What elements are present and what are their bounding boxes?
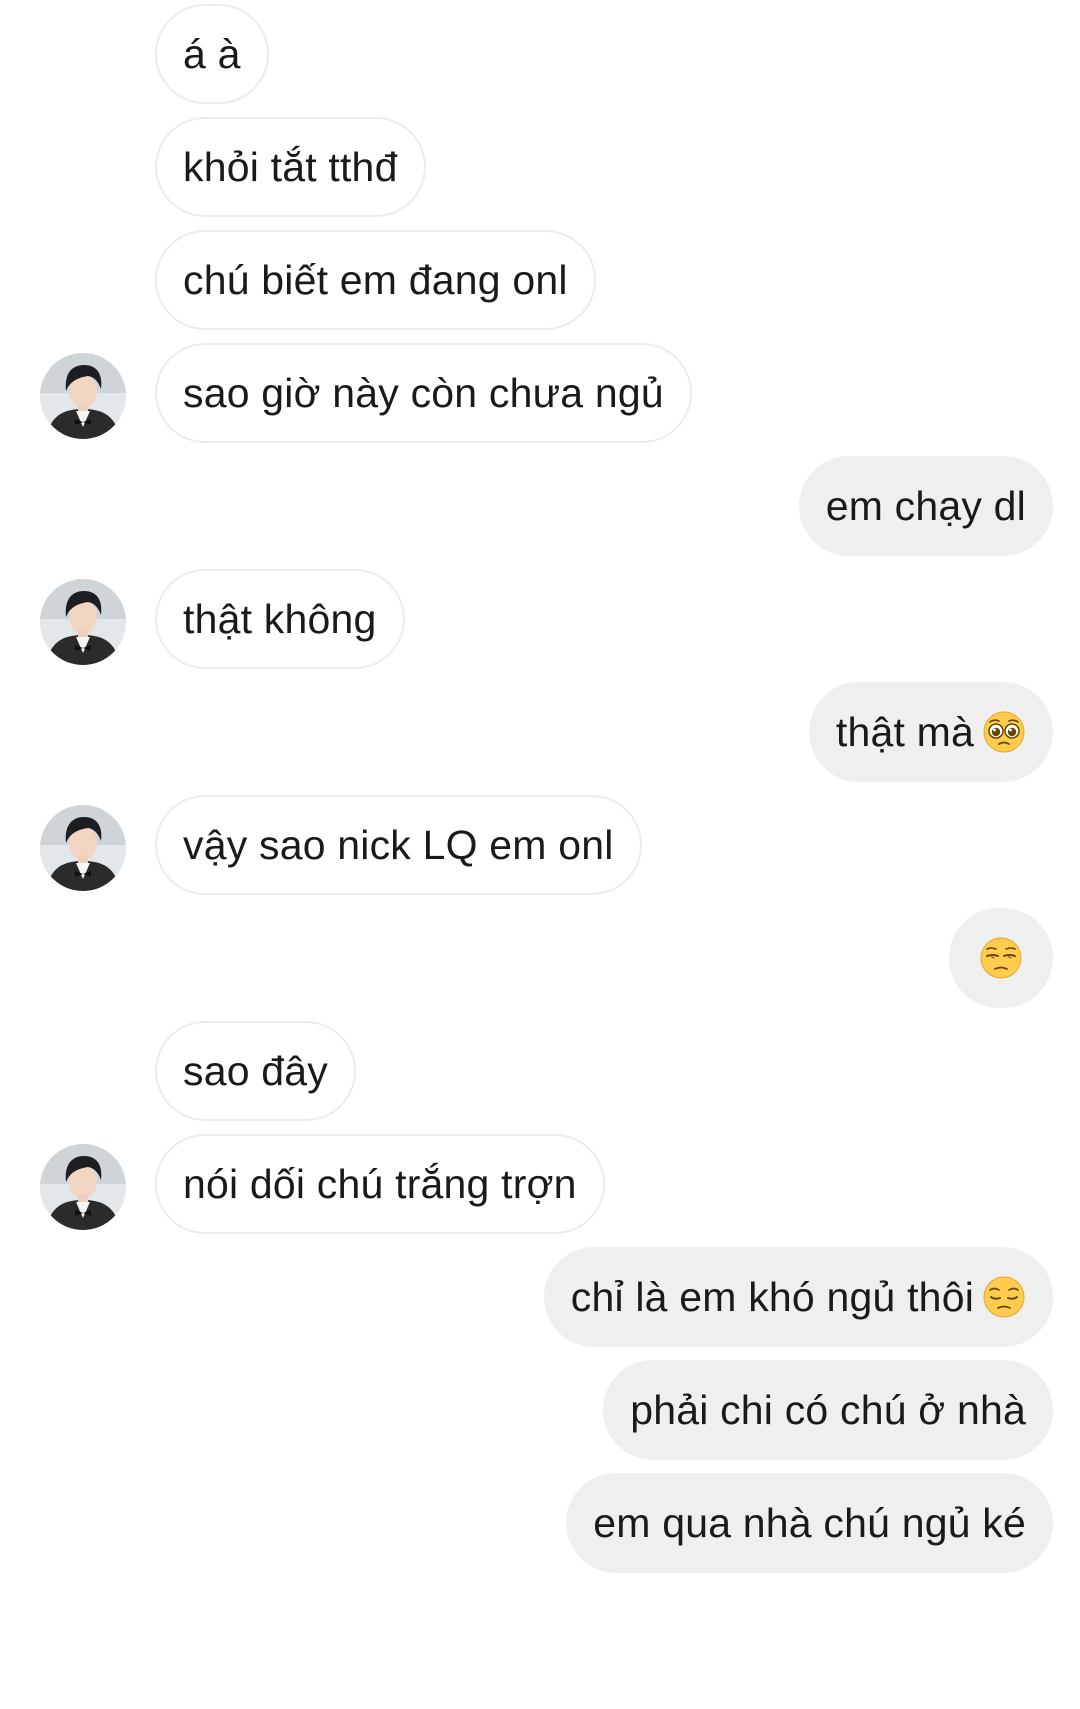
incoming-message-bubble[interactable]: sao đây [155,1021,357,1121]
message-row: chỉ là em khó ngủ thôi [0,1247,1080,1351]
message-text: sao đây [183,1048,329,1094]
outgoing-message-bubble[interactable]: chỉ là em khó ngủ thôi [543,1247,1053,1347]
message-text: á à [183,31,241,77]
message-text: khỏi tắt tthđ [183,144,398,190]
message-text: em qua nhà chú ngủ ké [593,1500,1026,1546]
incoming-message-bubble[interactable]: khỏi tắt tthđ [155,117,426,217]
message-row: á à [0,4,1080,108]
message-row: em chạy dl [0,456,1080,560]
unamused-face-emoji [980,937,1022,979]
avatar[interactable] [40,353,126,439]
message-thread: á à khỏi tắt tthđ chú biết em đang onl s… [0,0,1080,1709]
profile-photo-icon [40,353,126,439]
message-row: chú biết em đang onl [0,230,1080,334]
message-row: em qua nhà chú ngủ ké [0,1473,1080,1577]
profile-photo-icon [40,805,126,891]
incoming-message-bubble[interactable]: sao giờ này còn chưa ngủ [155,343,692,443]
message-row: vậy sao nick LQ em onl [0,795,1080,899]
outgoing-message-bubble[interactable]: phải chi có chú ở nhà [603,1360,1053,1460]
message-text: chú biết em đang onl [183,257,568,303]
message-row: nói dối chú trắng trợn [0,1134,1080,1238]
outgoing-message-bubble[interactable]: thật mà [808,682,1053,782]
message-row: thật mà [0,682,1080,786]
outgoing-message-bubble[interactable]: em qua nhà chú ngủ ké [566,1473,1053,1573]
outgoing-message-bubble[interactable]: em chạy dl [798,456,1053,556]
avatar[interactable] [40,805,126,891]
outgoing-message-bubble[interactable] [949,908,1053,1008]
message-text: thật không [183,596,377,642]
message-row [0,908,1080,1012]
message-text: phải chi có chú ở nhà [630,1387,1026,1433]
pensive-face-emoji [983,1276,1025,1318]
message-row: phải chi có chú ở nhà [0,1360,1080,1464]
pleading-face-emoji [983,711,1025,753]
message-text: vậy sao nick LQ em onl [183,822,614,868]
message-row: sao đây [0,1021,1080,1125]
profile-photo-icon [40,1144,126,1230]
incoming-message-bubble[interactable]: nói dối chú trắng trợn [155,1134,605,1234]
incoming-message-bubble[interactable]: vậy sao nick LQ em onl [155,795,642,895]
message-row: sao giờ này còn chưa ngủ [0,343,1080,447]
avatar[interactable] [40,579,126,665]
profile-photo-icon [40,579,126,665]
message-text: thật mà [835,709,974,755]
message-text: sao giờ này còn chưa ngủ [183,370,664,416]
message-row: thật không [0,569,1080,673]
message-text: nói dối chú trắng trợn [183,1161,577,1207]
incoming-message-bubble[interactable]: thật không [155,569,405,669]
message-text: chỉ là em khó ngủ thôi [570,1274,974,1320]
message-text: em chạy dl [825,483,1026,529]
message-row: khỏi tắt tthđ [0,117,1080,221]
incoming-message-bubble[interactable]: chú biết em đang onl [155,230,596,330]
incoming-message-bubble[interactable]: á à [155,4,269,104]
avatar[interactable] [40,1144,126,1230]
